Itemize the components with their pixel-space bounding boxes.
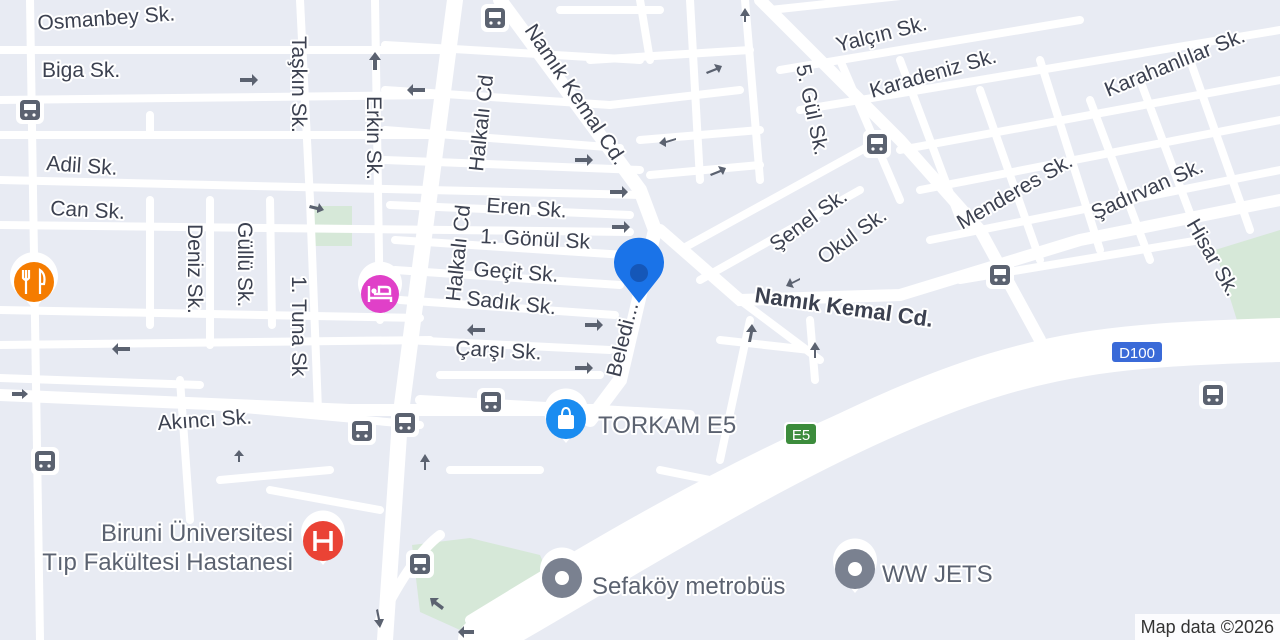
bus-stop-icon[interactable] [348,417,376,445]
street-label: Geçit Sk. [473,258,560,287]
street-label: Deniz Sk. [183,224,206,314]
street-label: Çarşı Sk. [455,337,542,364]
restaurant-icon[interactable] [10,252,58,310]
street-label: Güllü Sk. [233,222,256,307]
location-pin-icon[interactable] [614,237,664,303]
street-label: Osmanbey Sk. [37,2,176,35]
map-view[interactable]: Osmanbey Sk. Biga Sk. Adil Sk. Can Sk. T… [0,0,1280,640]
map-canvas[interactable]: Osmanbey Sk. Biga Sk. Adil Sk. Can Sk. T… [0,0,1280,640]
route-shield-label: E5 [792,427,810,444]
poi-label-biruni: Biruni Üniversitesi [101,520,293,547]
bus-stop-icon[interactable] [31,447,59,475]
poi-label-biruni: Tıp Fakültesi Hastanesi [42,549,293,576]
street-label: Erkin Sk. [362,96,385,180]
street-label: Adil Sk. [46,152,119,180]
bus-stop-icon[interactable] [477,388,505,416]
bus-stop-icon[interactable] [863,130,891,158]
place-icon[interactable] [833,538,877,593]
bus-stop-icon[interactable] [481,4,509,32]
street-label: Biga Sk. [42,59,120,82]
route-shield-e5: E5 [784,422,818,446]
street-label: 1. Tuna Sk [287,276,310,377]
hospital-icon[interactable] [301,510,345,565]
route-shield-label: D100 [1119,345,1155,362]
street-label: Sadık Sk. [465,287,557,319]
hotel-icon[interactable] [358,261,402,316]
bus-stop-icon[interactable] [391,409,419,437]
bus-stop-icon[interactable] [1199,381,1227,409]
poi-label-wwjets: WW JETS [882,561,993,588]
street-label: Halkalı Cd [465,74,498,173]
street-label: Eren Sk. [486,194,568,223]
route-shield-d100: D100 [1110,340,1164,364]
bus-stop-icon[interactable] [406,550,434,578]
poi-label-sefakoy: Sefaköy metrobüs [592,573,785,600]
street-label: Akıncı Sk. [157,405,253,435]
shopping-bag-icon[interactable] [544,388,588,443]
street-label: Taşkın Sk. [287,36,310,133]
poi-label-torkam: TORKAM E5 [598,412,736,439]
highway-d100 [375,318,1280,640]
street-label: Can Sk. [50,197,126,224]
map-attribution: Map data ©2026 [1134,614,1280,640]
bus-stop-icon[interactable] [16,96,44,124]
bus-stop-icon[interactable] [986,261,1014,289]
